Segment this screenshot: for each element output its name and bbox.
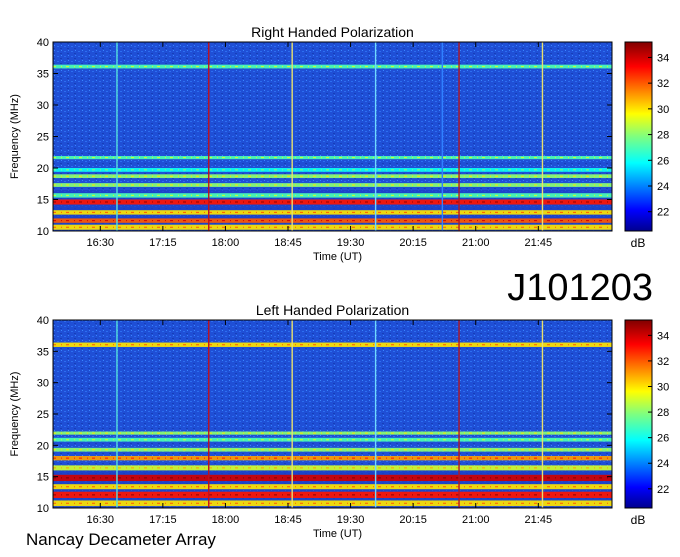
y-tick-label: 10 bbox=[37, 226, 49, 238]
emission-band-7 bbox=[53, 447, 612, 452]
colorbar-tick-label: 22 bbox=[657, 207, 669, 219]
emission-band-2 bbox=[53, 218, 612, 223]
y-tick-label: 30 bbox=[37, 378, 49, 390]
emission-band-1 bbox=[53, 224, 612, 230]
y-tick-label: 10 bbox=[37, 503, 49, 515]
x-tick-label: 19:30 bbox=[337, 514, 365, 526]
colorbar-tick-label: 24 bbox=[657, 458, 669, 470]
emission-band-2 bbox=[53, 491, 612, 498]
colorbar-tick-label: 34 bbox=[657, 330, 669, 342]
y-tick-label: 30 bbox=[37, 100, 49, 112]
y-tick-label: 15 bbox=[37, 472, 49, 484]
emission-band-3 bbox=[53, 484, 612, 490]
colorbar-tick-label: 34 bbox=[657, 52, 669, 64]
x-tick-label: 16:30 bbox=[87, 237, 115, 249]
colorbar: 22 24 26 28 30 32 34 dB bbox=[624, 41, 669, 250]
figure-canvas: Right Handed Polarization 16:30 17:15 18:00… bbox=[9, 24, 669, 549]
y-tick-label: 25 bbox=[37, 409, 49, 421]
colorbar-tick-label: 32 bbox=[657, 78, 669, 90]
emission-band-9 bbox=[53, 156, 612, 160]
spectrogram-panel-1: Right Handed Polarization 16:30 17:15 18:00… bbox=[9, 24, 669, 263]
colorbar-tick-label: 28 bbox=[657, 407, 669, 419]
x-tick-label: 21:45 bbox=[525, 514, 553, 526]
emission-band-3 bbox=[53, 210, 612, 215]
panel-title: Right Handed Polarization bbox=[251, 24, 414, 40]
x-axis-label: Time (UT) bbox=[313, 528, 362, 540]
y-tick-label: 40 bbox=[37, 37, 49, 49]
spectrogram-image bbox=[53, 320, 612, 508]
spectrogram-panel-2: Left Handed Polarization 16:30 17:15 18:00 1… bbox=[9, 302, 669, 540]
colorbar: 22 24 26 28 30 32 34 dB bbox=[624, 319, 669, 527]
colorbar-gradient bbox=[624, 319, 653, 509]
emission-band-8 bbox=[53, 168, 612, 172]
colorbar-tick-label: 24 bbox=[657, 181, 669, 193]
colorbar-tick-label: 28 bbox=[657, 130, 669, 142]
x-tick-label: 17:15 bbox=[149, 514, 177, 526]
x-tick-label: 20:15 bbox=[399, 237, 427, 249]
x-tick-label: 18:00 bbox=[212, 237, 240, 249]
x-tick-label: 20:15 bbox=[399, 514, 427, 526]
colorbar-unit: dB bbox=[631, 513, 646, 527]
emission-band-9 bbox=[53, 431, 612, 435]
emission-band-7 bbox=[53, 174, 612, 179]
x-tick-label: 18:00 bbox=[212, 514, 240, 526]
colorbar-tick-label: 22 bbox=[657, 484, 669, 496]
colorbar-tick-label: 26 bbox=[657, 155, 669, 167]
y-axis-label: Frequency (MHz) bbox=[9, 372, 21, 457]
y-tick-label: 20 bbox=[37, 163, 49, 175]
colorbar-tick-label: 30 bbox=[657, 104, 669, 116]
event-id: J101203 bbox=[507, 267, 653, 309]
colorbar-gradient bbox=[624, 41, 653, 232]
emission-band-4 bbox=[53, 199, 612, 205]
x-tick-label: 21:45 bbox=[525, 237, 553, 249]
colorbar-tick-label: 26 bbox=[657, 433, 669, 445]
y-axis-label: Frequency (MHz) bbox=[9, 94, 21, 179]
x-tick-label: 17:15 bbox=[149, 237, 177, 249]
emission-band-10 bbox=[53, 64, 612, 69]
emission-band-6 bbox=[53, 455, 612, 461]
emission-band-5 bbox=[53, 465, 612, 471]
panel-title: Left Handed Polarization bbox=[256, 302, 409, 318]
x-tick-label: 16:30 bbox=[87, 514, 115, 526]
x-tick-label: 21:00 bbox=[462, 237, 490, 249]
emission-band-5 bbox=[53, 193, 612, 198]
x-tick-label: 21:00 bbox=[462, 514, 490, 526]
emission-band-4 bbox=[53, 474, 612, 482]
colorbar-tick-label: 30 bbox=[657, 382, 669, 394]
spectrogram-image bbox=[53, 42, 612, 231]
emission-band-8 bbox=[53, 437, 612, 442]
y-tick-label: 20 bbox=[37, 440, 49, 452]
dynamic-spectrum-figure: Right Handed Polarization 16:30 17:15 18:00… bbox=[0, 0, 680, 552]
y-tick-label: 15 bbox=[37, 195, 49, 207]
emission-band-10 bbox=[53, 342, 612, 347]
y-tick-label: 25 bbox=[37, 132, 49, 144]
colorbar-tick-label: 32 bbox=[657, 356, 669, 368]
x-tick-label: 19:30 bbox=[337, 237, 365, 249]
colorbar-unit: dB bbox=[631, 236, 646, 250]
y-tick-label: 35 bbox=[37, 69, 49, 81]
x-tick-label: 18:45 bbox=[274, 237, 302, 249]
instrument-label: Nancay Decameter Array bbox=[26, 530, 216, 549]
x-tick-label: 18:45 bbox=[274, 514, 302, 526]
emission-band-1 bbox=[53, 500, 612, 507]
x-axis-label: Time (UT) bbox=[313, 251, 362, 263]
y-tick-label: 35 bbox=[37, 346, 49, 358]
emission-band-6 bbox=[53, 183, 612, 187]
y-tick-label: 40 bbox=[37, 315, 49, 327]
